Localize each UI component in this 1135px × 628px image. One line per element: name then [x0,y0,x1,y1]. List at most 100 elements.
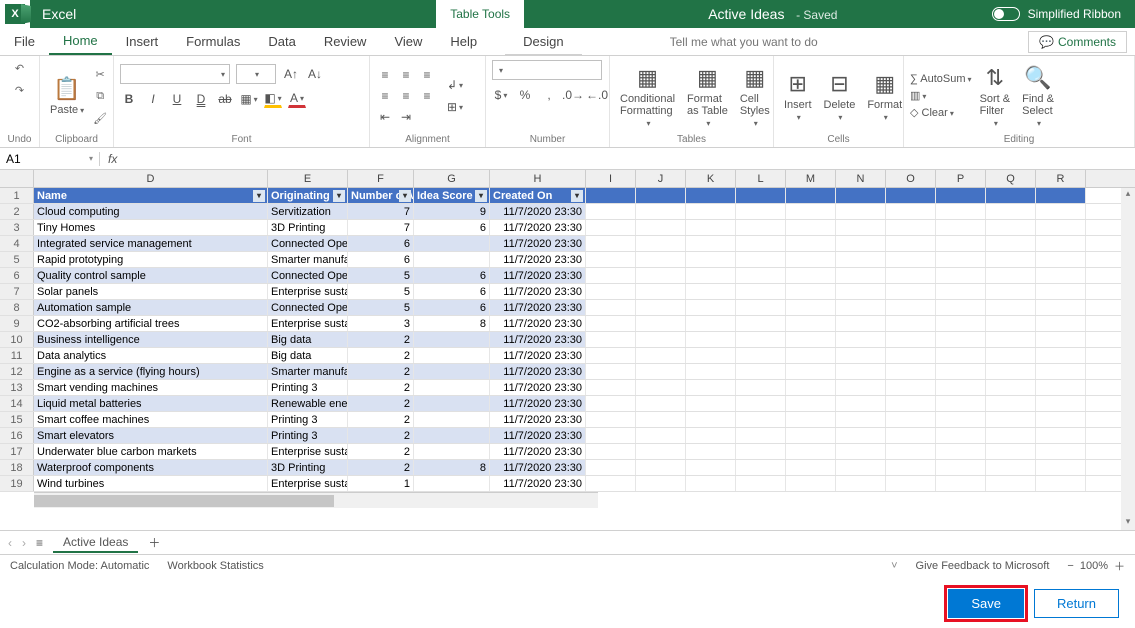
percent-icon[interactable]: % [516,86,534,104]
merge-cells-icon[interactable]: ⊞ [446,98,464,116]
column-header-E[interactable]: E [268,170,348,187]
redo-icon[interactable]: ↷ [12,82,28,98]
status-dropdown-icon[interactable]: ˅ [891,560,897,572]
strikethrough-button[interactable]: ab [216,90,234,108]
table-row[interactable]: 9CO2-absorbing artificial treesEnterpris… [0,316,1135,332]
table-row[interactable]: 4Integrated service managementConnected … [0,236,1135,252]
format-cells-button[interactable]: ▦Format [863,69,906,124]
find-select-button[interactable]: 🔍Find & Select [1018,63,1058,130]
row-header[interactable]: 18 [0,460,34,475]
wrap-text-icon[interactable]: ↲ [446,76,464,94]
align-top-icon[interactable]: ≡ [376,66,394,84]
table-row[interactable]: 16Smart elevatorsPrinting 3211/7/2020 23… [0,428,1135,444]
row-header[interactable]: 2 [0,204,34,219]
insert-cells-button[interactable]: ⊞Insert [780,69,816,124]
row-header[interactable]: 8 [0,300,34,315]
underline-button[interactable]: U [168,90,186,108]
workbook-stats[interactable]: Workbook Statistics [167,560,263,572]
row-header[interactable]: 16 [0,428,34,443]
save-button[interactable]: Save [948,589,1024,618]
row-header[interactable]: 13 [0,380,34,395]
table-row[interactable]: 2Cloud computingServitization7911/7/2020… [0,204,1135,220]
font-color-button[interactable]: A [288,90,306,108]
italic-button[interactable]: I [144,90,162,108]
align-center-icon[interactable]: ≡ [397,87,415,105]
align-right-icon[interactable]: ≡ [418,87,436,105]
column-header-K[interactable]: K [686,170,736,187]
column-header-F[interactable]: F [348,170,414,187]
filter-icon[interactable]: ▾ [253,190,265,202]
sheet-prev-icon[interactable]: ‹ [8,536,12,550]
comma-icon[interactable]: , [540,86,558,104]
increase-font-icon[interactable]: A↑ [282,65,300,83]
formula-input[interactable] [125,152,1135,166]
bold-button[interactable]: B [120,90,138,108]
align-bottom-icon[interactable]: ≡ [418,66,436,84]
fill-color-button[interactable]: ◧ [264,90,282,108]
sheet-tab-active[interactable]: Active Ideas [53,533,138,553]
tab-design[interactable]: Design [505,28,581,55]
comments-button[interactable]: 💬 Comments [1028,31,1127,53]
simplified-ribbon-toggle[interactable]: Simplified Ribbon [992,7,1121,21]
column-header-P[interactable]: P [936,170,986,187]
font-family-select[interactable] [120,64,230,84]
currency-icon[interactable]: $ [492,86,510,104]
tab-insert[interactable]: Insert [112,28,173,55]
conditional-formatting-button[interactable]: ▦Conditional Formatting [616,63,679,130]
delete-cells-button[interactable]: ⊟Delete [820,69,860,124]
tab-formulas[interactable]: Formulas [172,28,254,55]
decrease-font-icon[interactable]: A↓ [306,65,324,83]
table-row[interactable]: 7Solar panelsEnterprise susta5611/7/2020… [0,284,1135,300]
return-button[interactable]: Return [1034,589,1119,618]
name-box[interactable]: A1▾ [0,152,100,166]
tab-help[interactable]: Help [436,28,491,55]
table-row[interactable]: 15Smart coffee machinesPrinting 3211/7/2… [0,412,1135,428]
zoom-in-icon[interactable]: ＋ [1114,558,1125,574]
table-header-cell[interactable]: Number of V▾ [348,188,414,203]
tab-file[interactable]: File [0,28,49,55]
paste-button[interactable]: 📋 Paste [46,74,88,118]
table-row[interactable]: 17Underwater blue carbon marketsEnterpri… [0,444,1135,460]
table-header-cell[interactable]: Created On▾ [490,188,586,203]
table-row[interactable]: 12Engine as a service (flying hours)Smar… [0,364,1135,380]
format-painter-icon[interactable]: 🖌 [92,110,108,126]
column-header-H[interactable]: H [490,170,586,187]
table-header-cell[interactable]: Name▾ [34,188,268,203]
column-header-R[interactable]: R [1036,170,1086,187]
table-row[interactable]: 6Quality control sampleConnected Oper561… [0,268,1135,284]
tab-view[interactable]: View [380,28,436,55]
decrease-indent-icon[interactable]: ⇤ [376,108,394,126]
cut-icon[interactable]: ✂ [92,66,108,82]
tab-review[interactable]: Review [310,28,381,55]
column-header-D[interactable]: D [34,170,268,187]
align-left-icon[interactable]: ≡ [376,87,394,105]
table-row[interactable]: 18Waterproof components3D Printing2811/7… [0,460,1135,476]
table-row[interactable]: 19Wind turbinesEnterprise susta111/7/202… [0,476,1135,492]
tab-home[interactable]: Home [49,28,112,55]
undo-icon[interactable]: ↶ [12,60,28,76]
row-header[interactable]: 9 [0,316,34,331]
clear-button[interactable]: ◇ Clear [910,106,972,119]
row-header[interactable]: 5 [0,252,34,267]
table-row[interactable]: 8Automation sampleConnected Oper5611/7/2… [0,300,1135,316]
row-header[interactable]: 1 [0,188,34,203]
column-header-G[interactable]: G [414,170,490,187]
column-header-I[interactable]: I [586,170,636,187]
row-header[interactable]: 14 [0,396,34,411]
row-header[interactable]: 10 [0,332,34,347]
autosum-button[interactable]: ∑ AutoSum [910,73,972,85]
horizontal-scrollbar[interactable] [34,492,598,508]
increase-indent-icon[interactable]: ⇥ [397,108,415,126]
spreadsheet-grid[interactable]: DEFGHIJKLMNOPQR 1Name▾Originating cl▾Num… [0,170,1135,530]
table-row[interactable]: 3Tiny Homes3D Printing7611/7/2020 23:30 [0,220,1135,236]
row-header[interactable]: 3 [0,220,34,235]
cell-styles-button[interactable]: ▦Cell Styles [736,63,774,130]
filter-icon[interactable]: ▾ [475,190,487,202]
row-header[interactable]: 19 [0,476,34,491]
column-header-O[interactable]: O [886,170,936,187]
sheet-list-icon[interactable]: ≡ [36,536,43,550]
table-row[interactable]: 14Liquid metal batteriesRenewable ener21… [0,396,1135,412]
tab-data[interactable]: Data [254,28,309,55]
table-row[interactable]: 5Rapid prototypingSmarter manufa611/7/20… [0,252,1135,268]
table-row[interactable]: 13Smart vending machinesPrinting 3211/7/… [0,380,1135,396]
